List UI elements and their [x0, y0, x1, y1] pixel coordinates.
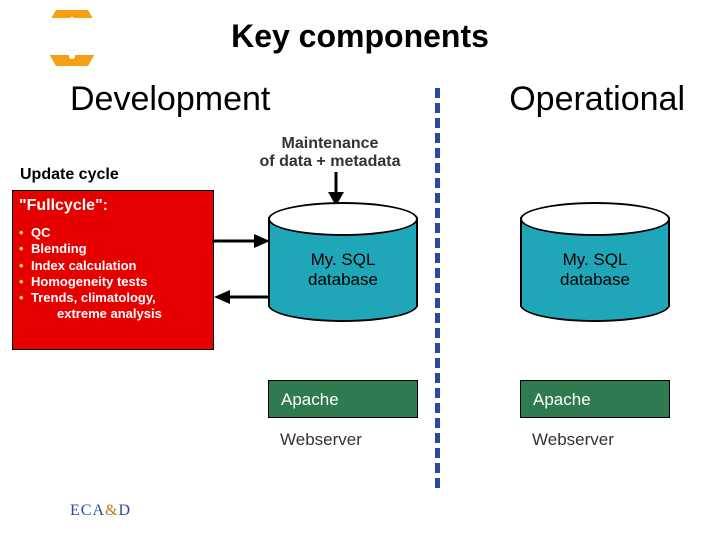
vertical-divider — [435, 88, 440, 488]
logo-amp: & — [105, 502, 118, 519]
logo-d: D — [118, 502, 131, 519]
heading-operational: Operational — [509, 80, 685, 119]
webserver-dev: Webserver — [268, 430, 418, 450]
db-op-line1: My. SQL — [563, 250, 628, 269]
db-dev-line2: database — [308, 270, 378, 289]
webserver-op: Webserver — [520, 430, 670, 450]
maintenance-line2: of data + metadata — [260, 153, 401, 170]
fullcycle-list: QC Blending Index calculation Homogeneit… — [17, 225, 213, 323]
maintenance-line1: Maintenance — [282, 135, 379, 152]
db-cylinder-dev: My. SQL database — [268, 202, 418, 322]
fullcycle-item: extreme analysis — [27, 306, 213, 322]
arrow-fullcycle-to-db — [212, 234, 272, 248]
eca-d-logo: ECA&D — [70, 502, 131, 520]
logo-eca: ECA — [70, 502, 105, 519]
db-op-line2: database — [560, 270, 630, 289]
arrow-db-to-fullcycle — [212, 290, 272, 304]
fullcycle-item: Index calculation — [27, 258, 213, 274]
fullcycle-item: QC — [27, 225, 213, 241]
fullcycle-heading: "Fullcycle": — [13, 191, 213, 225]
fullcycle-item: Trends, climatology, — [27, 290, 213, 306]
db-dev-line1: My. SQL — [311, 250, 376, 269]
page-title: Key components — [0, 18, 720, 55]
update-cycle-label: Update cycle — [20, 166, 119, 184]
apache-op: Apache — [520, 380, 670, 418]
fullcycle-item: Homogeneity tests — [27, 274, 213, 290]
fullcycle-item: Blending — [27, 241, 213, 257]
apache-dev: Apache — [268, 380, 418, 418]
db-cylinder-op: My. SQL database — [520, 202, 670, 322]
maintenance-label: Maintenance of data + metadata — [240, 135, 420, 172]
heading-development: Development — [70, 80, 270, 119]
fullcycle-box: "Fullcycle": QC Blending Index calculati… — [12, 190, 214, 350]
